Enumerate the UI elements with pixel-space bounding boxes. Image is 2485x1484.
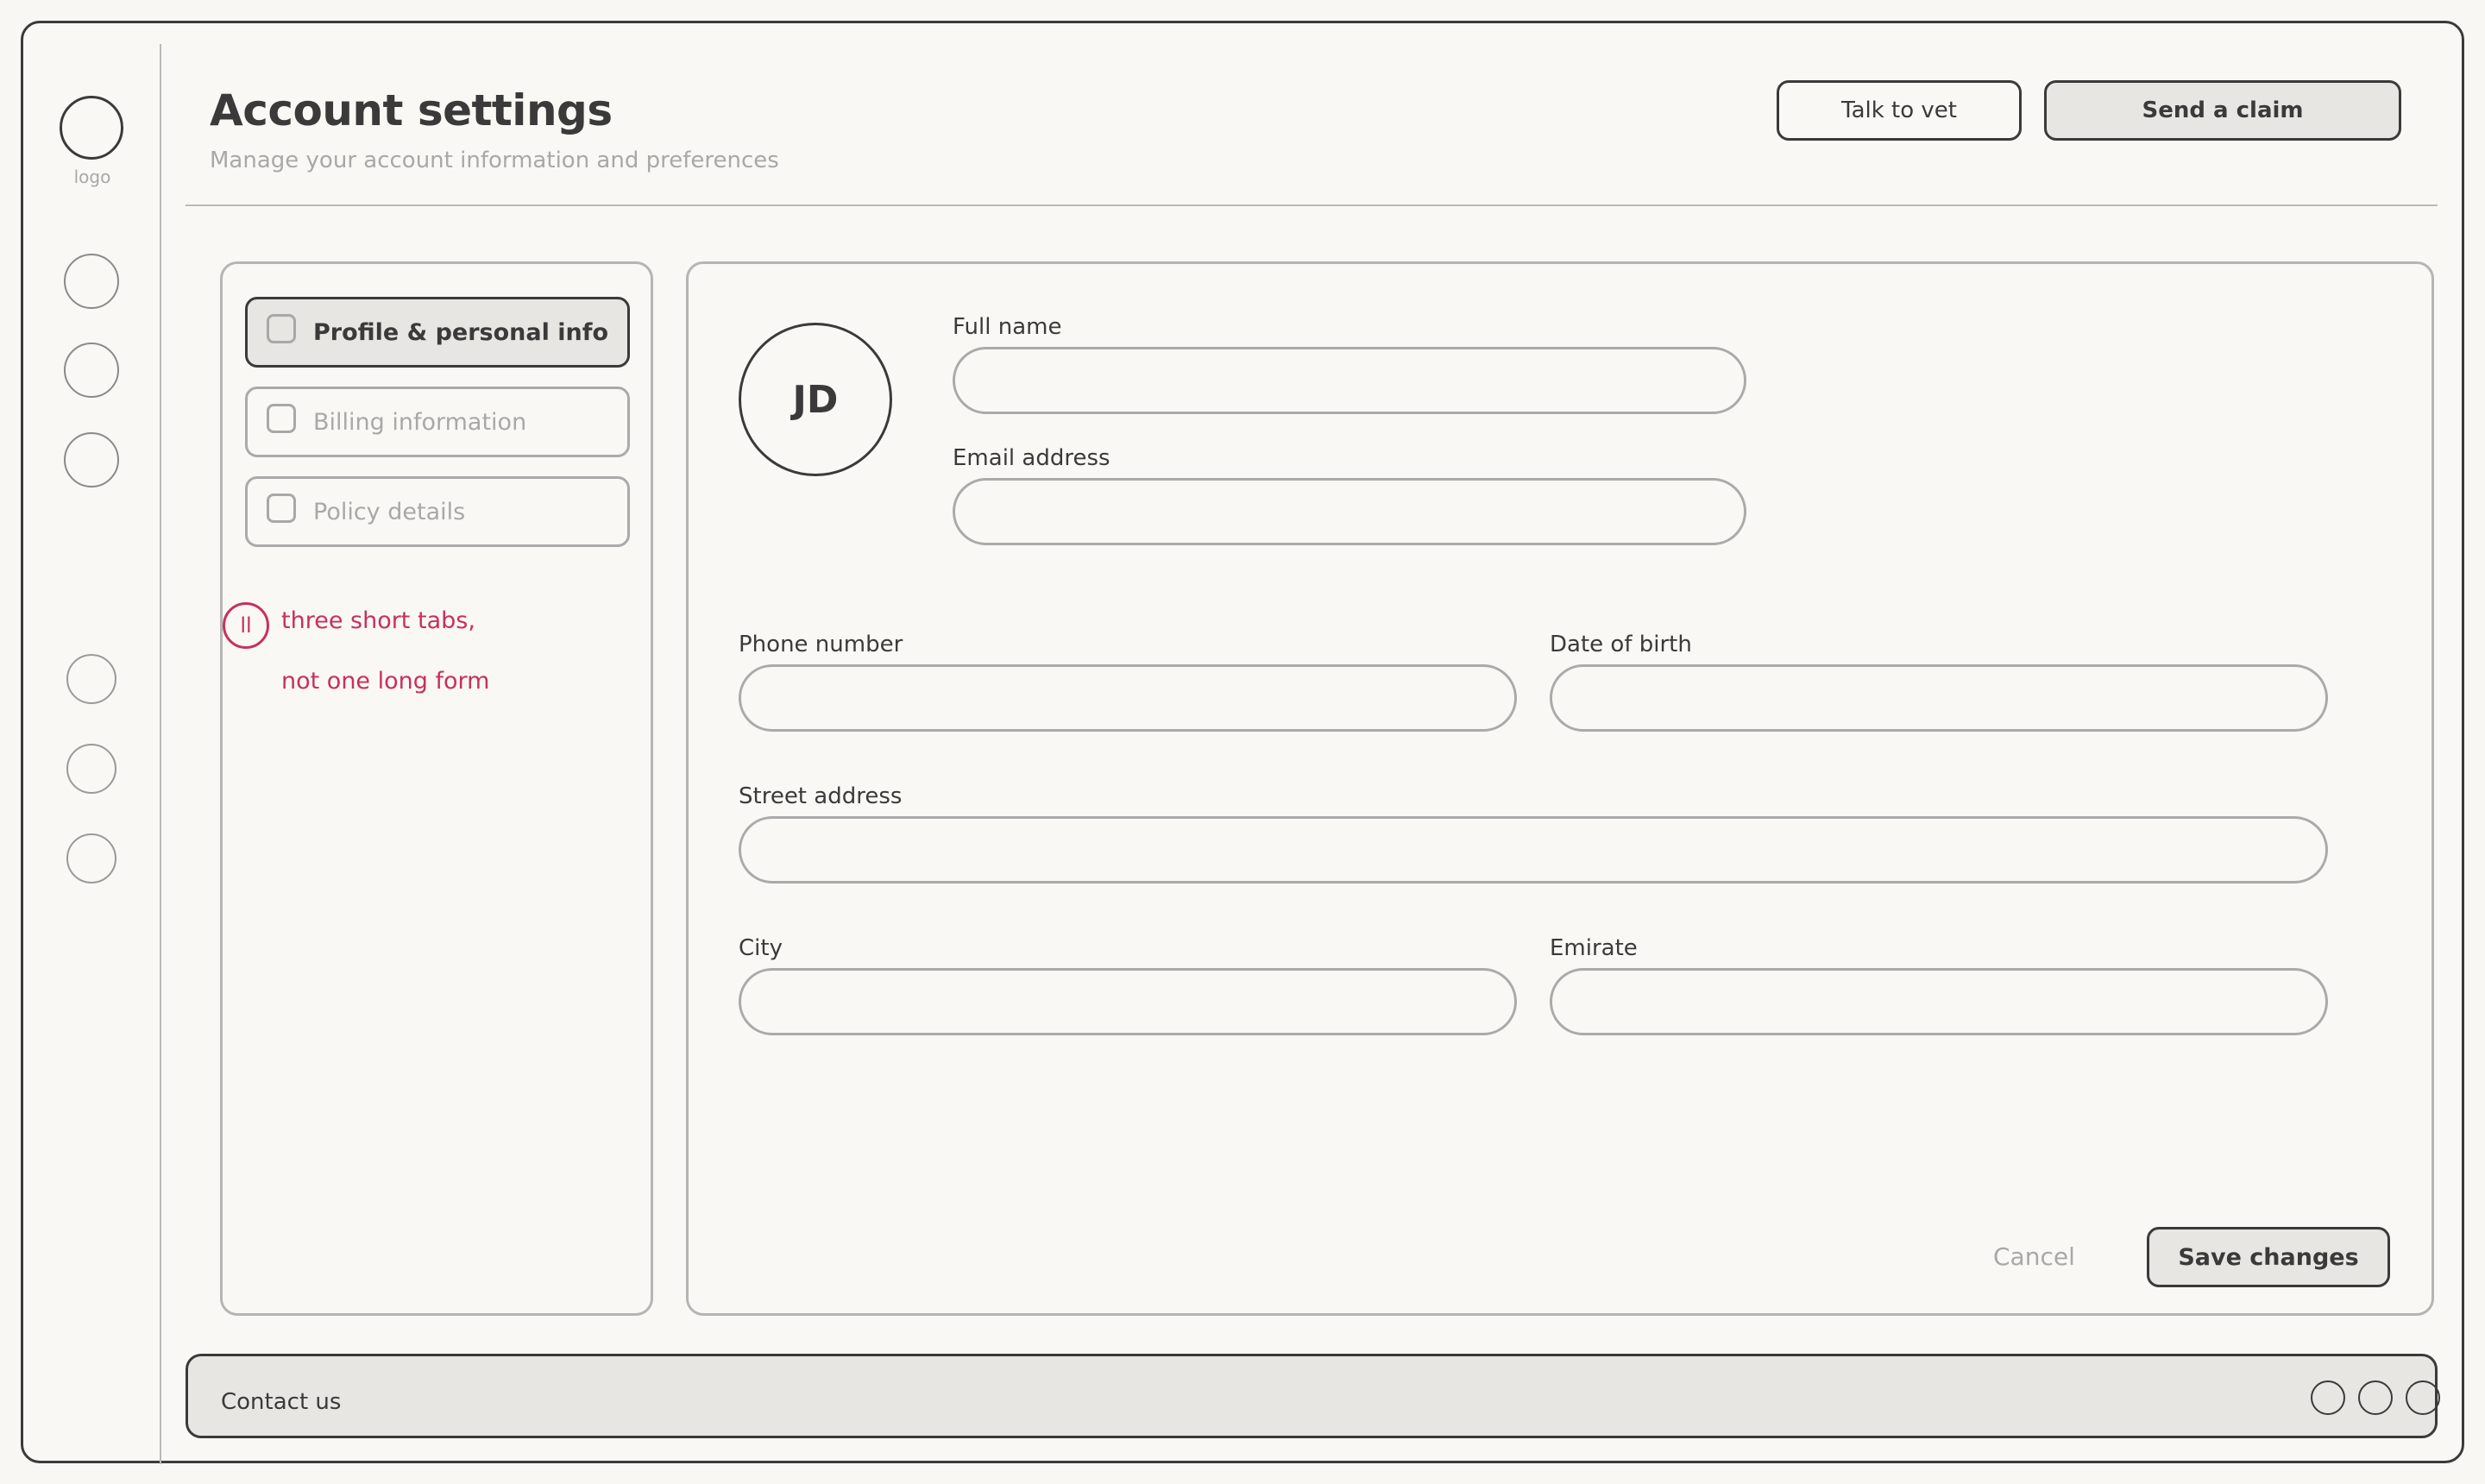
annotation-line-2: not one long form [281,668,490,695]
nav-icon-3[interactable] [64,432,119,487]
emirate-input[interactable] [1550,968,2328,1035]
tab-billing[interactable]: Billing information [245,387,630,457]
tab-policy[interactable]: Policy details [245,476,630,547]
email-label: Email address [953,445,1110,471]
street-input[interactable] [739,816,2328,883]
nav-icon-4[interactable] [66,654,116,704]
tab-label: Profile & personal info [313,318,609,346]
profile-form-panel: JD Full name Email address Phone number … [686,261,2434,1316]
annotation-marker: ll [223,602,269,649]
tab-label: Policy details [313,498,466,525]
page-subtitle: Manage your account information and pref… [210,148,779,173]
settings-tabs-panel: Profile & personal info Billing informat… [220,261,653,1316]
phone-input[interactable] [739,664,1517,732]
talk-to-vet-button[interactable]: Talk to vet [1777,80,2022,141]
social-icon-3[interactable] [2406,1380,2440,1415]
street-label: Street address [739,783,903,809]
header-divider [186,204,2438,206]
phone-label: Phone number [739,632,903,657]
logo-label: logo [73,167,111,187]
dob-input[interactable] [1550,664,2328,732]
city-input[interactable] [739,968,1517,1035]
contact-us-link[interactable]: Contact us [221,1389,341,1415]
send-claim-button[interactable]: Send a claim [2044,80,2401,141]
tab-profile[interactable]: Profile & personal info [245,297,630,368]
tab-checkbox-icon [267,404,296,433]
footer: Contact us [186,1354,2440,1438]
full-name-input[interactable] [953,347,1746,414]
nav-icon-5[interactable] [66,744,116,794]
nav-icon-6[interactable] [66,833,116,883]
nav-icon-1[interactable] [64,254,119,309]
social-icon-2[interactable] [2358,1380,2393,1415]
logo-icon[interactable] [60,96,123,160]
annotation-line-1: three short tabs, [281,607,475,634]
sidebar-rail: logo [23,44,161,1464]
city-label: City [739,935,783,961]
save-changes-button[interactable]: Save changes [2147,1227,2390,1287]
avatar[interactable]: JD [739,323,892,476]
cancel-button[interactable]: Cancel [1993,1242,2075,1271]
email-input[interactable] [953,478,1746,545]
full-name-label: Full name [953,314,1062,340]
tab-label: Billing information [313,408,527,436]
emirate-label: Emirate [1550,935,1638,961]
social-icon-1[interactable] [2311,1380,2345,1415]
dob-label: Date of birth [1550,632,1692,657]
app-window: logo Account settings Manage your accoun… [21,21,2464,1464]
nav-icon-2[interactable] [64,343,119,398]
tab-checkbox-icon [267,314,296,343]
tab-checkbox-icon [267,494,296,523]
page-title: Account settings [210,85,613,135]
